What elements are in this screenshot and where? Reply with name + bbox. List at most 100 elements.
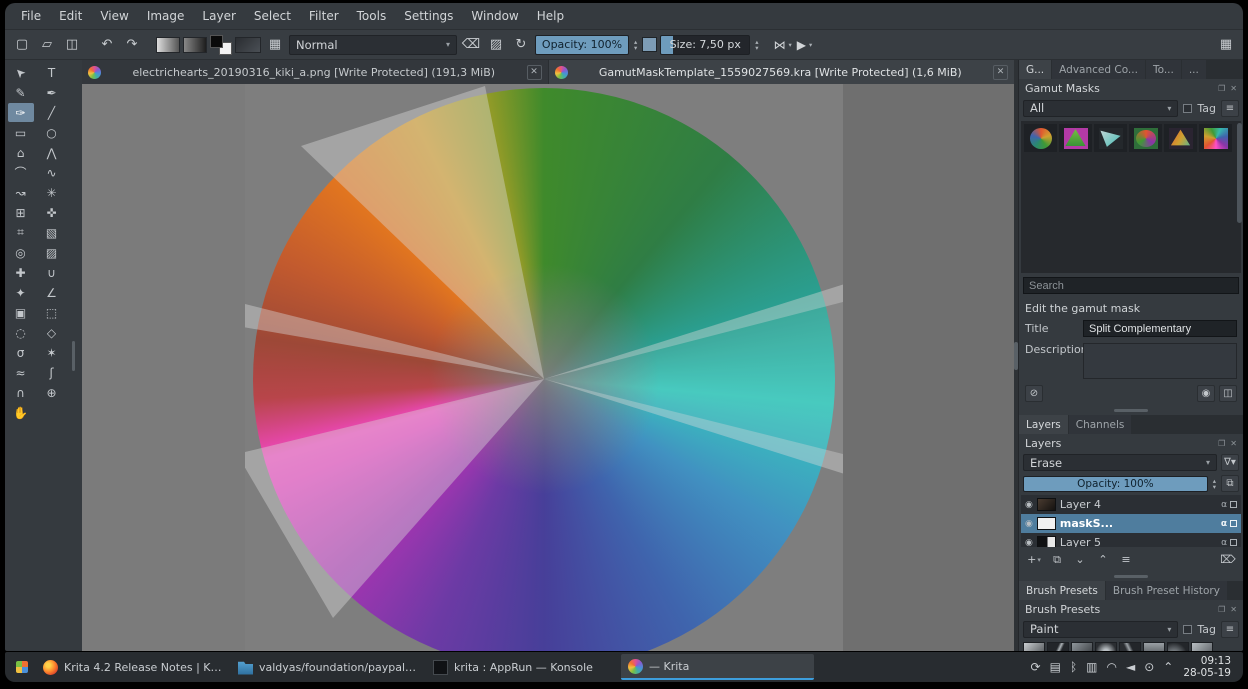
layer-opacity-spinner[interactable]: ▴ ▾: [1211, 477, 1218, 490]
gradient-preset-button[interactable]: [183, 36, 207, 53]
gamut-mask-preset-1[interactable]: [1024, 124, 1057, 152]
assistants-tool[interactable]: ✦: [8, 283, 34, 302]
task-krita[interactable]: — Krita: [621, 654, 814, 680]
close-tab-button[interactable]: ✕: [993, 64, 1008, 80]
gamut-mask-preset-2[interactable]: [1059, 124, 1092, 152]
tab-layers[interactable]: Layers: [1019, 415, 1068, 434]
preserve-alpha-button[interactable]: ▨: [485, 34, 507, 56]
panel-launcher-button[interactable]: [10, 655, 34, 679]
edit-shapes-tool[interactable]: ✎: [8, 83, 34, 102]
volume-icon[interactable]: ◄: [1126, 661, 1135, 673]
menu-item[interactable]: Layer: [194, 7, 243, 25]
select-shapes-tool[interactable]: ➤: [8, 63, 34, 82]
layer-lock-icon[interactable]: [1230, 539, 1237, 546]
gamut-mask-preset-3[interactable]: [1094, 124, 1127, 152]
menu-item[interactable]: Filter: [301, 7, 347, 25]
close-docker-icon[interactable]: ✕: [1230, 605, 1237, 614]
task-file-manager[interactable]: valdyas/foundation/paypal — KM...: [231, 654, 424, 680]
menu-item[interactable]: Image: [139, 7, 193, 25]
text-tool[interactable]: T: [39, 63, 65, 82]
docker-tab-overflow[interactable]: ...: [1181, 60, 1206, 79]
gamut-search-input[interactable]: [1023, 277, 1239, 294]
paintop-preset-swatch[interactable]: [642, 37, 658, 52]
brush-preset-8[interactable]: [1191, 642, 1213, 651]
float-docker-icon[interactable]: ❐: [1218, 84, 1225, 93]
tab-brush-preset-history[interactable]: Brush Preset History: [1105, 581, 1227, 600]
document-tab-kiki[interactable]: electrichearts_20190316_kiki_a.png [Writ…: [82, 60, 548, 84]
layer-lock-icon[interactable]: [1230, 501, 1237, 508]
float-docker-icon[interactable]: ❐: [1218, 605, 1225, 614]
layer-properties-button[interactable]: ≡: [1116, 551, 1136, 568]
pattern-edit-tool[interactable]: ▨: [39, 243, 65, 262]
menu-item[interactable]: Tools: [349, 7, 395, 25]
gamut-mask-preset-4[interactable]: [1129, 124, 1162, 152]
calligraphy-tool[interactable]: ✒: [39, 83, 65, 102]
gamut-mask-preset-5[interactable]: [1164, 124, 1197, 152]
tag-checkbox[interactable]: [1183, 103, 1193, 113]
menu-item[interactable]: Edit: [51, 7, 90, 25]
bezier-curve-tool[interactable]: ⌒: [8, 163, 34, 182]
layer-options-button[interactable]: ⧉: [1221, 475, 1239, 492]
layer-row-layer5[interactable]: ◉ Layer 5 α: [1021, 533, 1241, 547]
workspace-chooser-button[interactable]: ▦: [1215, 34, 1237, 56]
bezier-select-tool[interactable]: ʃ: [39, 363, 65, 382]
display-icon[interactable]: ▥: [1086, 661, 1097, 673]
undo-button[interactable]: ↶: [96, 34, 118, 56]
fill-tool[interactable]: ∪: [39, 263, 65, 282]
network-icon[interactable]: ◠: [1106, 661, 1116, 673]
brush-menu-button[interactable]: ≡: [1221, 620, 1239, 638]
freehand-select-tool[interactable]: σ: [8, 343, 34, 362]
gamut-filter-select[interactable]: All ▾: [1023, 99, 1179, 117]
layer-visibility-icon[interactable]: ◉: [1025, 538, 1033, 548]
polyline-tool[interactable]: ⋀: [39, 143, 65, 162]
alpha-lock-icon[interactable]: α: [1221, 519, 1227, 529]
line-tool[interactable]: ╱: [39, 103, 65, 122]
pattern-chooser-button[interactable]: [235, 36, 261, 53]
brush-preset-5[interactable]: [1119, 642, 1141, 651]
tray-expander-icon[interactable]: ⌃: [1163, 661, 1173, 673]
new-document-button[interactable]: ▢: [11, 34, 33, 56]
mirror-horizontal-button[interactable]: ⋈ ▾: [774, 38, 794, 52]
brush-preset-2[interactable]: [1047, 642, 1069, 651]
opacity-slider[interactable]: Opacity: 100%: [535, 34, 629, 55]
float-docker-icon[interactable]: ❐: [1218, 439, 1225, 448]
docker-tab-gamut-masks[interactable]: G...: [1019, 60, 1052, 79]
layer-visibility-icon[interactable]: ◉: [1025, 519, 1033, 529]
multibrush-tool[interactable]: ✳: [39, 183, 65, 202]
layer-filter-button[interactable]: ∇ ▾: [1221, 454, 1239, 471]
preview-mask-button[interactable]: ◉: [1197, 385, 1215, 402]
blending-mode-select[interactable]: Normal ▾: [289, 34, 457, 55]
size-spinner[interactable]: ▴ ▾: [753, 38, 760, 51]
tab-brush-presets[interactable]: Brush Presets: [1019, 581, 1105, 600]
brush-filter-select[interactable]: Paint ▾: [1023, 620, 1179, 638]
move-layer-up-button[interactable]: ⌃: [1093, 551, 1113, 568]
color-sampler-tool[interactable]: ◎: [8, 243, 34, 262]
brush-editor-button[interactable]: ▦: [264, 34, 286, 56]
alpha-lock-icon[interactable]: α: [1221, 500, 1227, 510]
redo-button[interactable]: ↷: [121, 34, 143, 56]
reload-preset-button[interactable]: ↻: [510, 34, 532, 56]
menu-item[interactable]: Select: [246, 7, 299, 25]
dynamic-brush-tool[interactable]: ↝: [8, 183, 34, 202]
canvas[interactable]: [82, 84, 1014, 651]
updates-icon[interactable]: ⟳: [1031, 661, 1041, 673]
rectangular-select-tool[interactable]: ⬚: [39, 303, 65, 322]
layer-blending-mode-select[interactable]: Erase ▾: [1023, 454, 1217, 471]
menu-item[interactable]: Help: [529, 7, 572, 25]
save-mask-button[interactable]: ◫: [1219, 385, 1237, 402]
task-firefox[interactable]: Krita 4.2 Release Notes | Krita - ...: [36, 654, 229, 680]
clear-mask-button[interactable]: ⊘: [1025, 385, 1043, 402]
polygonal-select-tool[interactable]: ◇: [39, 323, 65, 342]
gradient-tool[interactable]: ▧: [39, 223, 65, 242]
docker-resize-handle[interactable]: [1019, 571, 1243, 581]
rectangle-tool[interactable]: ▭: [8, 123, 34, 142]
clock[interactable]: 09:13 28-05-19: [1183, 655, 1238, 679]
opacity-spinner[interactable]: ▴ ▾: [632, 38, 639, 51]
ellipse-tool[interactable]: ○: [39, 123, 65, 142]
menu-item[interactable]: File: [13, 7, 49, 25]
menu-item[interactable]: View: [92, 7, 136, 25]
close-docker-icon[interactable]: ✕: [1230, 84, 1237, 93]
gamut-menu-button[interactable]: ≡: [1221, 99, 1239, 117]
gamut-title-input[interactable]: [1083, 320, 1237, 337]
alpha-lock-icon[interactable]: α: [1221, 538, 1227, 548]
